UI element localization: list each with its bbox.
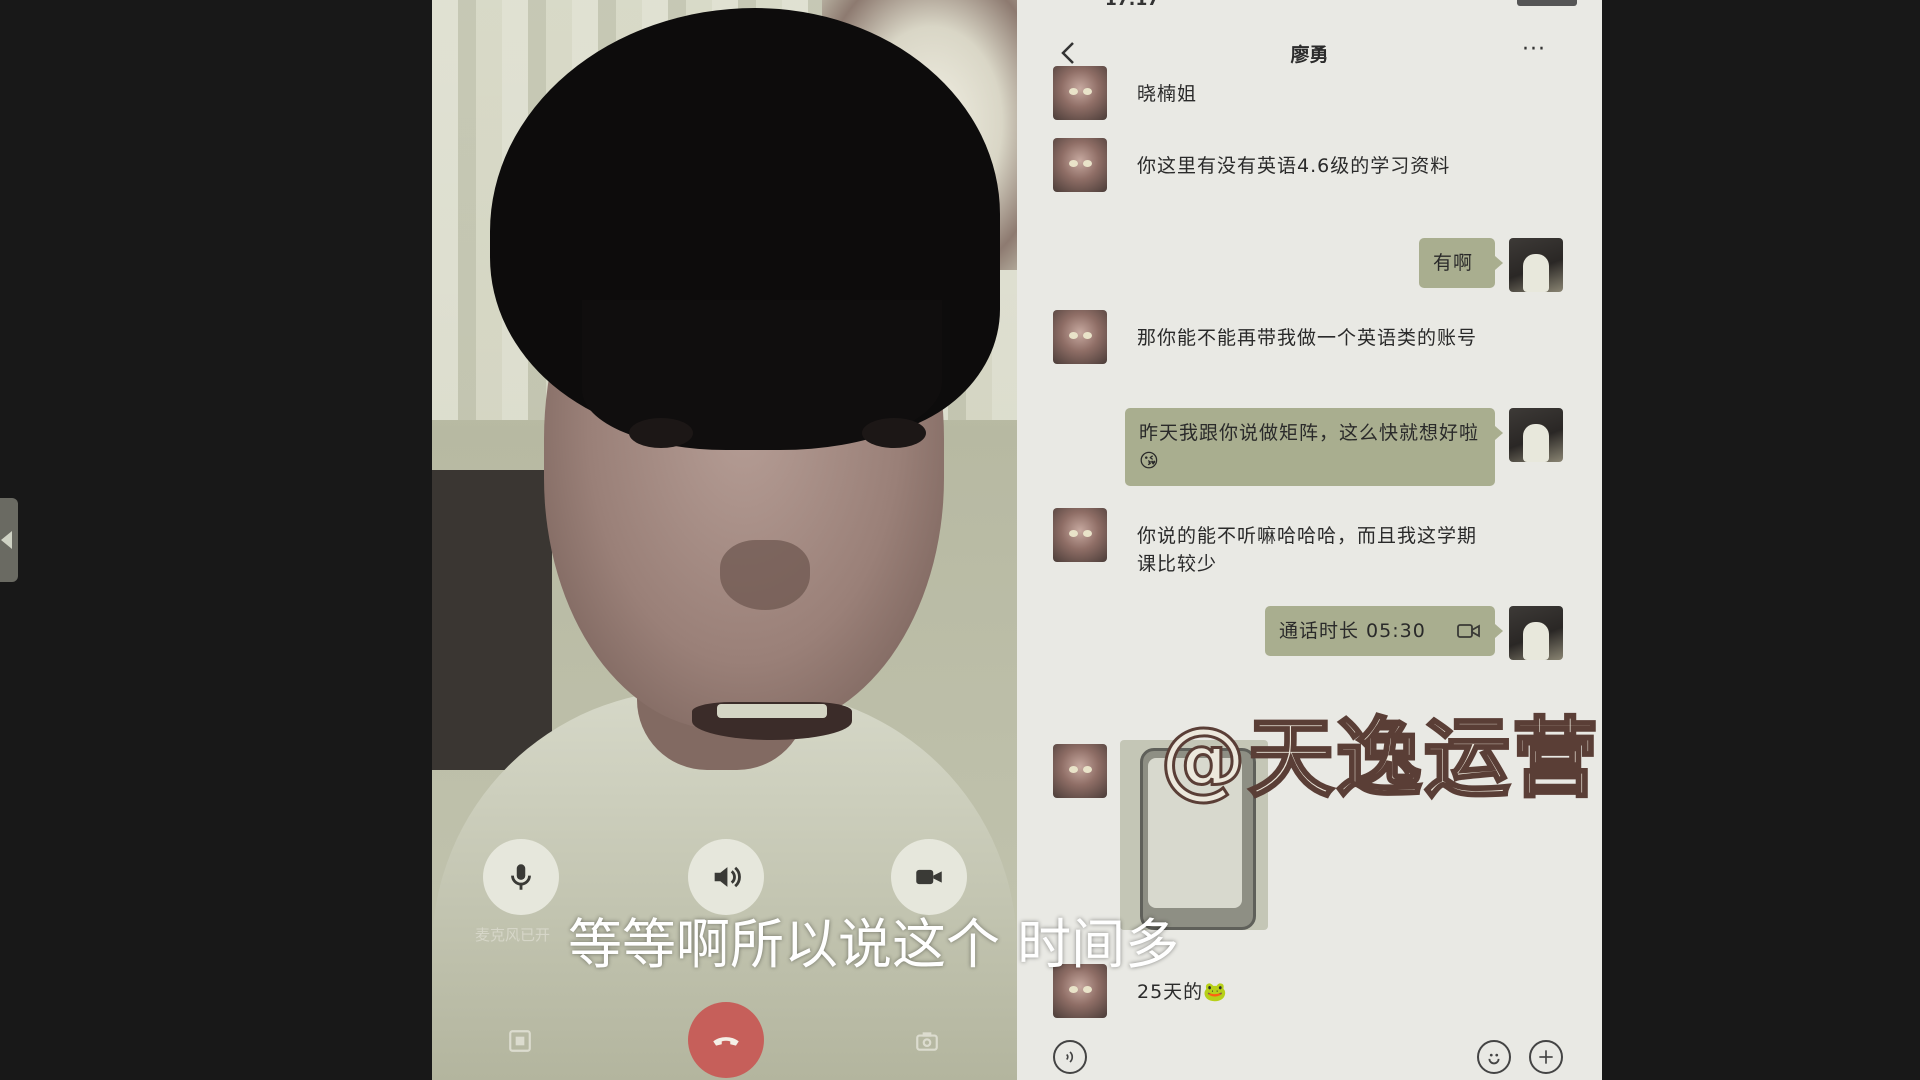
caller-teeth [717, 704, 827, 718]
minimize-window-icon[interactable] [504, 1025, 536, 1057]
microphone-button[interactable] [483, 839, 559, 915]
friend-avatar[interactable] [1053, 138, 1107, 192]
more-options-icon[interactable]: ··· [1522, 39, 1546, 61]
message-text: 25天的🐸 [1137, 981, 1228, 1003]
message-text: 那你能不能再带我做一个英语类的账号 [1137, 327, 1478, 349]
chevron-left-icon [1, 531, 12, 549]
chat-input-bar [1017, 1030, 1602, 1080]
call-duration-text: 通话时长 05:30 [1279, 620, 1426, 642]
background-furniture [432, 470, 552, 770]
self-avatar[interactable] [1509, 408, 1563, 462]
emoji-icon[interactable] [1477, 1040, 1511, 1074]
caller-eye-right [862, 418, 926, 448]
microphone-icon [511, 864, 531, 890]
hang-up-button[interactable] [688, 1002, 764, 1078]
watermark-text: @天逸运营 [1159, 708, 1600, 811]
add-attachment-icon[interactable] [1529, 1040, 1563, 1074]
video-camera-icon [916, 869, 942, 885]
status-bar-time: 17:17 [1105, 0, 1160, 10]
side-panel-handle[interactable] [0, 498, 18, 582]
microphone-status-label: 麦克风已开 [475, 926, 551, 944]
friend-avatar[interactable] [1053, 508, 1107, 562]
video-call-icon [1457, 624, 1480, 638]
message-bubble[interactable]: 昨天我跟你说做矩阵，这么快就想好啦😘 [1125, 408, 1503, 486]
message-text: 你这里有没有英语4.6级的学习资料 [1137, 155, 1451, 177]
caller-nose [720, 540, 810, 610]
chat-title: 廖勇 [1290, 44, 1329, 66]
message-text: 你说的能不听嘛哈哈哈，而且我这学期课比较少 [1137, 525, 1478, 575]
friend-avatar[interactable] [1053, 310, 1107, 364]
phone-hangup-icon [713, 1037, 739, 1046]
self-avatar[interactable] [1509, 238, 1563, 292]
call-record-bubble[interactable]: 通话时长 05:30 [1265, 606, 1503, 656]
message-bubble[interactable]: 有啊 [1419, 238, 1503, 288]
message-text: 晓楠姐 [1137, 83, 1198, 105]
self-avatar[interactable] [1509, 606, 1563, 660]
speaker-icon [714, 866, 741, 888]
caller-eye-left [629, 418, 693, 448]
voice-input-icon[interactable] [1053, 1040, 1087, 1074]
video-subtitle: 等等啊所以说这个 时间多 [568, 913, 1180, 976]
status-bar-icons [1517, 0, 1577, 6]
switch-camera-icon[interactable] [911, 1025, 943, 1057]
friend-avatar[interactable] [1053, 66, 1107, 120]
friend-avatar[interactable] [1053, 744, 1107, 798]
